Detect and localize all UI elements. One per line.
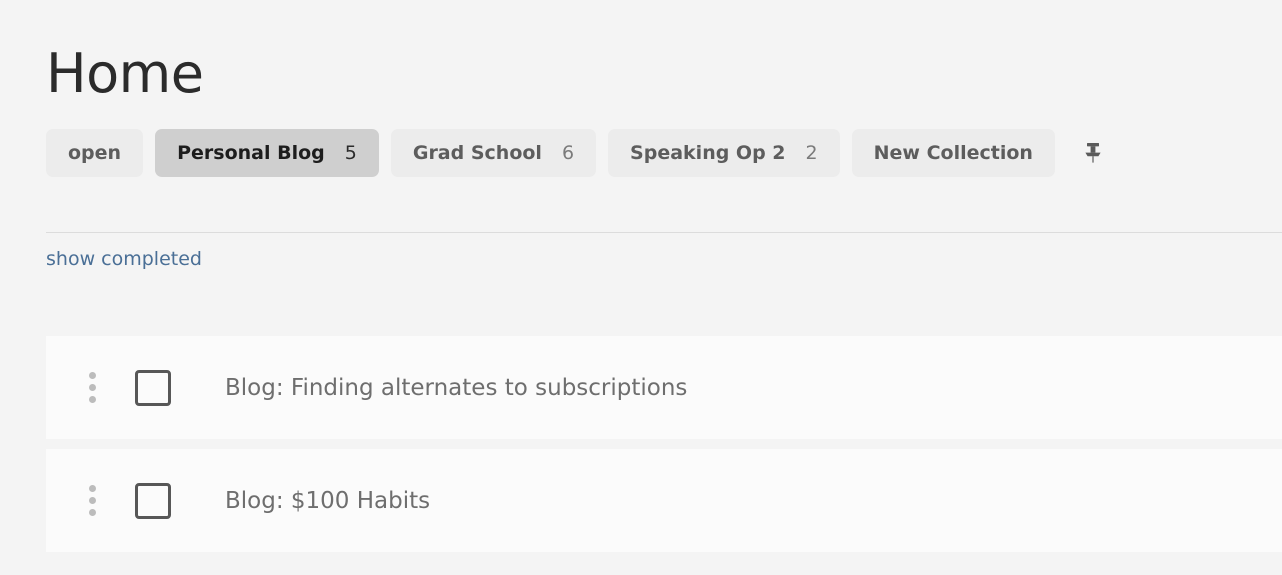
chip-grad-school-count: 6	[561, 141, 575, 164]
chip-speaking-op-2[interactable]: Speaking Op 2 2	[608, 128, 840, 177]
chip-grad-school-label: Grad School	[412, 141, 542, 164]
checkbox-unchecked-icon[interactable]	[135, 482, 171, 519]
drag-handle-dot	[88, 509, 96, 516]
chip-speaking-op-2-count: 2	[805, 141, 818, 164]
page-title: Home	[46, 42, 204, 105]
chip-new-collection[interactable]: New Collection	[851, 128, 1055, 177]
drag-handle-dot	[88, 372, 96, 379]
drag-handle-dot	[88, 384, 96, 391]
drag-handle-icon[interactable]	[80, 481, 104, 521]
task-row[interactable]: Blog: $100 Habits	[46, 449, 1282, 552]
chip-new-collection-label: New Collection	[873, 141, 1033, 164]
pin-button[interactable]	[1073, 131, 1113, 175]
chip-grad-school[interactable]: Grad School 6	[390, 128, 597, 177]
show-completed-link[interactable]: show completed	[46, 248, 202, 270]
chip-personal-blog[interactable]: Personal Blog 5	[155, 128, 379, 177]
collection-chip-row: open Personal Blog 5 Grad School 6 Speak…	[46, 128, 1282, 177]
home-page: Home open Personal Blog 5 Grad School 6 …	[0, 0, 1282, 575]
task-title[interactable]: Blog: Finding alternates to subscription…	[225, 375, 687, 401]
drag-handle-icon[interactable]	[80, 368, 104, 408]
drag-handle-dot	[88, 497, 96, 504]
task-title[interactable]: Blog: $100 Habits	[225, 488, 430, 514]
chip-personal-blog-count: 5	[344, 141, 357, 164]
chip-open[interactable]: open	[46, 128, 144, 177]
chip-speaking-op-2-label: Speaking Op 2	[630, 141, 786, 164]
chip-personal-blog-label: Personal Blog	[177, 141, 325, 164]
pin-icon	[1085, 142, 1101, 163]
task-row[interactable]: Blog: Finding alternates to subscription…	[46, 336, 1282, 439]
task-list: Blog: Finding alternates to subscription…	[46, 336, 1282, 562]
drag-handle-dot	[88, 485, 96, 492]
drag-handle-dot	[88, 396, 96, 403]
checkbox-unchecked-icon[interactable]	[135, 369, 171, 406]
header-divider	[46, 232, 1282, 233]
chip-open-label: open	[68, 141, 122, 164]
